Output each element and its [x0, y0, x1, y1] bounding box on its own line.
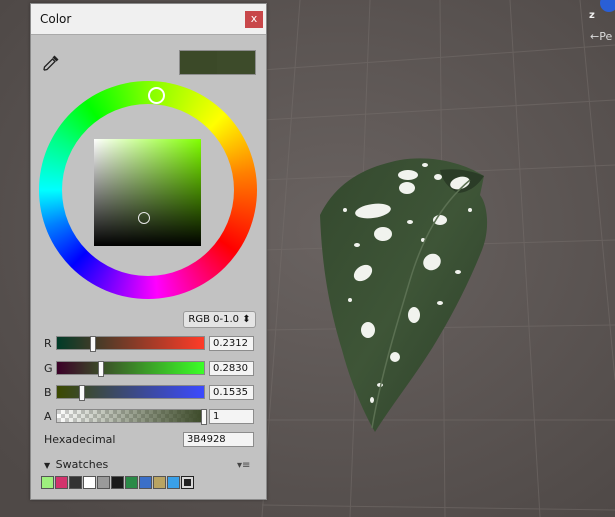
swatch-item[interactable]	[167, 476, 180, 489]
saturation-value-square[interactable]	[94, 139, 201, 246]
value-field-r[interactable]: 0.2312	[209, 336, 254, 351]
swatch-list	[41, 476, 194, 490]
title-bar[interactable]: Color x	[31, 4, 266, 35]
swatch-item[interactable]	[125, 476, 138, 489]
slider-r-thumb[interactable]	[90, 336, 97, 352]
close-button[interactable]: x	[245, 11, 263, 28]
swatch-item[interactable]	[55, 476, 68, 489]
swatch-item[interactable]	[69, 476, 82, 489]
swatches-label: Swatches	[55, 458, 109, 471]
channel-label-a: A	[44, 410, 52, 423]
slider-g[interactable]	[56, 361, 205, 377]
window-title: Color	[40, 12, 72, 26]
slider-a-thumb[interactable]	[201, 409, 207, 425]
channel-label-g: G	[44, 362, 53, 375]
swatch-options-menu-icon[interactable]: ▾≡	[237, 460, 250, 471]
slider-b[interactable]	[56, 385, 205, 401]
hex-input[interactable]: 3B4928	[183, 432, 254, 447]
slider-g-thumb[interactable]	[97, 361, 104, 377]
value-field-g[interactable]: 0.2830	[209, 361, 254, 376]
saturation-value-handle[interactable]	[138, 212, 150, 224]
slider-r[interactable]	[56, 336, 205, 352]
hue-handle[interactable]	[148, 87, 165, 104]
foldout-arrow-icon: ▼	[44, 461, 51, 470]
hex-label: Hexadecimal	[44, 433, 116, 446]
channel-label-r: R	[44, 337, 52, 350]
swatch-item[interactable]	[139, 476, 152, 489]
view-mode-label[interactable]: ←Pe	[590, 30, 612, 43]
swatch-item[interactable]	[41, 476, 54, 489]
slider-b-thumb[interactable]	[79, 385, 86, 401]
color-picker-window: Color x RGB 0-1.0 ⬍ R 0.2312 G 0.2830 B …	[30, 3, 267, 500]
previous-color-preview[interactable]	[217, 51, 255, 74]
swatch-item[interactable]	[153, 476, 166, 489]
swatch-item[interactable]	[97, 476, 110, 489]
slider-a[interactable]	[56, 409, 207, 425]
value-field-b[interactable]: 0.1535	[209, 385, 254, 400]
gizmo-axis-label: z	[589, 10, 595, 21]
eyedropper-icon[interactable]	[42, 54, 60, 72]
swatch-item[interactable]	[83, 476, 96, 489]
hue-wheel[interactable]	[39, 81, 257, 299]
swatches-foldout[interactable]: ▼ Swatches	[44, 458, 108, 471]
color-mode-dropdown[interactable]: RGB 0-1.0 ⬍	[183, 311, 256, 328]
add-swatch-button[interactable]	[181, 476, 194, 489]
color-preview[interactable]	[179, 50, 256, 75]
swatch-item[interactable]	[111, 476, 124, 489]
channel-label-b: B	[44, 386, 52, 399]
value-field-a[interactable]: 1	[209, 409, 254, 424]
